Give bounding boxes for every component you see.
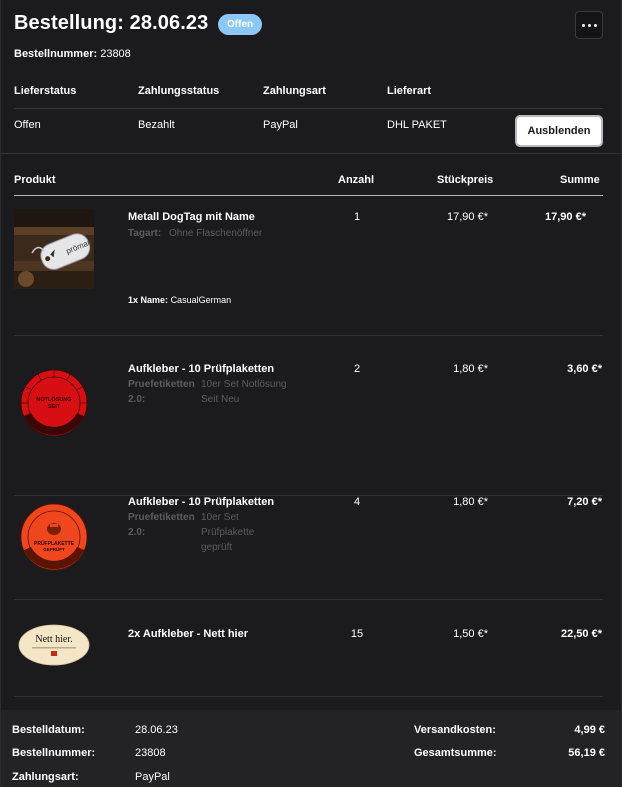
red-inspection-sticker-icon: NOTLÖSUNG SEIT bbox=[20, 369, 88, 437]
total-value: 22,50 €* bbox=[561, 628, 602, 640]
product-column-header: Produkt bbox=[14, 174, 56, 186]
unit-price-value: 17,90 €* bbox=[447, 211, 488, 223]
product-name[interactable]: Aufkleber - 10 Prüfplaketten bbox=[128, 496, 274, 508]
unit-price-value: 1,80 €* bbox=[453, 363, 488, 375]
shipping-cost-value: 4,99 € bbox=[574, 724, 605, 736]
delivery-status-header: Lieferstatus bbox=[14, 85, 77, 97]
total-value: 17,90 €* bbox=[545, 211, 586, 223]
option-value: geprüft bbox=[201, 542, 233, 553]
row-divider bbox=[14, 696, 603, 697]
quantity-value: 1 bbox=[353, 211, 361, 223]
header-divider bbox=[14, 195, 603, 196]
sticker-text: SEIT bbox=[48, 404, 61, 410]
shipping-method-value: DHL PAKET bbox=[387, 119, 447, 131]
option-label: 2.0: bbox=[128, 394, 146, 405]
total-column-header: Summe bbox=[560, 174, 600, 186]
option-label: Pruefetiketten bbox=[128, 379, 195, 390]
status-badge: Offen bbox=[218, 14, 263, 35]
divider bbox=[14, 108, 603, 109]
custom-field: 1x Name: CasualGerman bbox=[128, 295, 231, 305]
delivery-status-value: Offen bbox=[14, 119, 41, 131]
payment-method-label: Zahlungsart: bbox=[12, 771, 79, 783]
section-divider bbox=[0, 153, 622, 154]
option-value: 10er Set Notlösung bbox=[201, 379, 287, 390]
shipping-cost-label: Versandkosten: bbox=[414, 724, 496, 736]
option-value: Ohne Flaschenöffner bbox=[169, 228, 263, 239]
total-value: 7,20 €* bbox=[567, 496, 602, 508]
option-value: 10er Set bbox=[201, 512, 239, 523]
order-number-value: 23808 bbox=[135, 747, 166, 759]
order-date-label: Bestelldatum: bbox=[12, 724, 85, 736]
unit-price-column-header: Stückpreis bbox=[437, 174, 494, 186]
grand-total-label: Gesamtsumme: bbox=[414, 747, 497, 759]
sticker-text: Nett hier. bbox=[35, 634, 72, 645]
nett-hier-sticker-icon: Nett hier. bbox=[18, 624, 90, 666]
more-options-button[interactable] bbox=[575, 11, 603, 39]
payment-status-value: Bezahlt bbox=[138, 119, 175, 131]
product-name[interactable]: Metall DogTag mit Name bbox=[128, 211, 255, 223]
payment-status-header: Zahlungsstatus bbox=[138, 85, 220, 97]
more-icon bbox=[581, 23, 585, 27]
hide-button[interactable]: Ausblenden bbox=[515, 115, 603, 147]
grand-total-value: 56,19 € bbox=[568, 747, 605, 759]
shipping-method-header: Lieferart bbox=[387, 85, 432, 97]
option-label: Pruefetiketten bbox=[128, 512, 195, 523]
option-value: Seit Neu bbox=[201, 394, 240, 405]
option-value: Prüfplakette bbox=[201, 527, 255, 538]
order-number: Bestellnummer: 23808 bbox=[14, 48, 131, 60]
option-label: 2.0: bbox=[128, 527, 146, 538]
order-number-label: Bestellnummer: bbox=[12, 747, 96, 759]
page-title: Bestellung: 28.06.23 bbox=[14, 12, 209, 34]
orange-inspection-sticker-icon: PRÜFPLAKETTE GEPRÜFT bbox=[20, 503, 88, 571]
custom-field-qty: 1x bbox=[128, 295, 139, 305]
product-name[interactable]: Aufkleber - 10 Prüfplaketten bbox=[128, 363, 274, 375]
total-value: 3,60 €* bbox=[567, 363, 602, 375]
quantity-value: 2 bbox=[353, 363, 361, 375]
unit-price-value: 1,50 €* bbox=[453, 628, 488, 640]
row-divider bbox=[14, 495, 603, 496]
product-image-orange-sticker[interactable]: PRÜFPLAKETTE GEPRÜFT bbox=[14, 493, 94, 573]
sticker-text: GEPRÜFT bbox=[43, 546, 65, 552]
order-number-value: 23808 bbox=[100, 48, 131, 60]
payment-method-header: Zahlungsart bbox=[263, 85, 326, 97]
quantity-value: 4 bbox=[353, 496, 361, 508]
sticker-text: PRÜFPLAKETTE bbox=[34, 540, 75, 547]
payment-method-value: PayPal bbox=[263, 119, 298, 131]
order-number-label: Bestellnummer: bbox=[14, 48, 98, 60]
order-date-value: 28.06.23 bbox=[135, 724, 178, 736]
custom-field-label: Name: bbox=[140, 295, 169, 305]
unit-price-value: 1,80 €* bbox=[453, 496, 488, 508]
product-name[interactable]: 2x Aufkleber - Nett hier bbox=[128, 628, 248, 640]
quantity-value: 15 bbox=[350, 628, 364, 640]
row-divider bbox=[14, 335, 603, 336]
dogtag-photo-icon: prömart bbox=[14, 209, 94, 289]
sticker-text: NOTLÖSUNG bbox=[36, 396, 71, 403]
quantity-column-header: Anzahl bbox=[338, 174, 375, 186]
product-image-dogtag[interactable]: prömart bbox=[14, 209, 94, 289]
product-image-nett-hier[interactable]: Nett hier. bbox=[14, 620, 94, 670]
row-divider bbox=[14, 599, 603, 600]
product-image-red-sticker[interactable]: NOTLÖSUNG SEIT bbox=[14, 363, 94, 443]
payment-method-value: PayPal bbox=[135, 771, 170, 783]
option-label: Tagart: bbox=[128, 228, 162, 239]
custom-field-value: CasualGerman bbox=[170, 295, 232, 305]
